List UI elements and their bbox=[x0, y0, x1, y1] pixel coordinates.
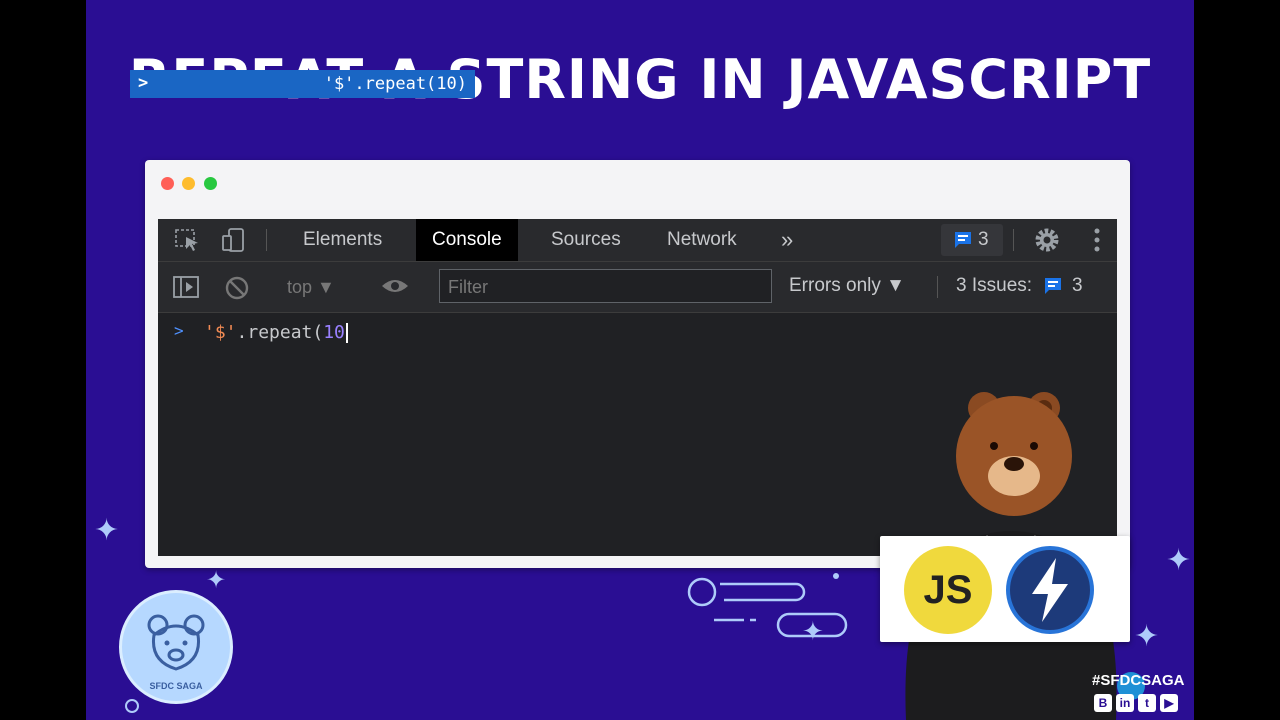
message-icon bbox=[955, 232, 971, 248]
divider bbox=[1013, 229, 1014, 251]
clear-console-icon[interactable] bbox=[224, 275, 250, 301]
sparkle-icon: ✦ bbox=[206, 567, 227, 594]
issues-label-text: 3 Issues: bbox=[956, 275, 1033, 296]
log-levels-dropdown[interactable]: Errors only ▼ bbox=[789, 275, 905, 297]
lightning-bolt-icon bbox=[1006, 546, 1094, 634]
console-input[interactable]: '$'.repeat(10 bbox=[204, 322, 348, 343]
tab-network[interactable]: Network bbox=[651, 219, 753, 261]
twitter-icon[interactable]: t bbox=[1138, 694, 1156, 712]
tab-sources[interactable]: Sources bbox=[535, 219, 637, 261]
inspect-element-icon[interactable] bbox=[174, 227, 202, 253]
autocomplete-suggestion[interactable]: > '$'.repeat(10) bbox=[130, 70, 475, 98]
bear-logo-icon bbox=[147, 614, 205, 671]
issues-link[interactable]: 3 Issues: bbox=[956, 275, 1063, 297]
suggestion-text: '$'.repeat(10) bbox=[323, 74, 467, 94]
kebab-menu-icon[interactable] bbox=[1092, 227, 1102, 253]
text-caret bbox=[345, 323, 348, 343]
social-icons: Bin t ▶ bbox=[1094, 694, 1182, 712]
decorative-circle bbox=[125, 699, 139, 713]
divider bbox=[266, 229, 267, 251]
maximize-window-button[interactable] bbox=[204, 177, 217, 190]
filter-input[interactable]: Filter bbox=[439, 269, 772, 303]
slide: REPEAT A STRING IN JAVASCRIPT Elements C… bbox=[86, 0, 1194, 720]
message-icon bbox=[1045, 277, 1062, 294]
devtools-tab-bar: Elements Console Sources Network » 3 bbox=[158, 219, 1117, 262]
hashtag-label: #SFDCSAGA bbox=[1092, 672, 1185, 689]
more-tabs-button[interactable]: » bbox=[781, 219, 793, 261]
badge-label: SFDC SAGA bbox=[149, 681, 203, 691]
linkedin-icon[interactable]: in bbox=[1116, 694, 1134, 712]
tab-elements[interactable]: Elements bbox=[287, 219, 398, 261]
console-prompt: > bbox=[174, 321, 184, 340]
issues-badge-button[interactable]: 3 bbox=[941, 224, 1003, 256]
minimize-window-button[interactable] bbox=[182, 177, 195, 190]
close-window-button[interactable] bbox=[161, 177, 174, 190]
sfdc-saga-badge: SFDC SAGA bbox=[119, 590, 233, 704]
chevron-right-icon: > bbox=[138, 73, 149, 93]
divider bbox=[937, 276, 938, 298]
context-selector[interactable]: top ▼ bbox=[287, 277, 335, 298]
sparkle-icon: ✦ bbox=[94, 514, 120, 547]
youtube-icon[interactable]: ▶ bbox=[1160, 694, 1178, 712]
console-toolbar: top ▼ Filter Errors only ▼ 3 Issues: 3 bbox=[158, 262, 1117, 313]
sparkle-icon: ✦ bbox=[1166, 544, 1192, 577]
tab-console[interactable]: Console bbox=[416, 219, 518, 261]
number-token: 10 bbox=[323, 322, 345, 343]
javascript-logo: JS bbox=[904, 546, 992, 634]
issues-count: 3 bbox=[1072, 275, 1083, 296]
eye-icon[interactable] bbox=[380, 274, 410, 298]
issues-badge-count: 3 bbox=[978, 229, 989, 250]
device-toolbar-icon[interactable] bbox=[220, 227, 248, 253]
logo-card: JS bbox=[880, 536, 1130, 642]
method-token: .repeat( bbox=[236, 322, 324, 343]
string-token: '$' bbox=[204, 322, 237, 343]
gear-icon[interactable] bbox=[1032, 225, 1062, 255]
sidebar-toggle-icon[interactable] bbox=[172, 274, 200, 300]
blogger-icon[interactable]: B bbox=[1094, 694, 1112, 712]
